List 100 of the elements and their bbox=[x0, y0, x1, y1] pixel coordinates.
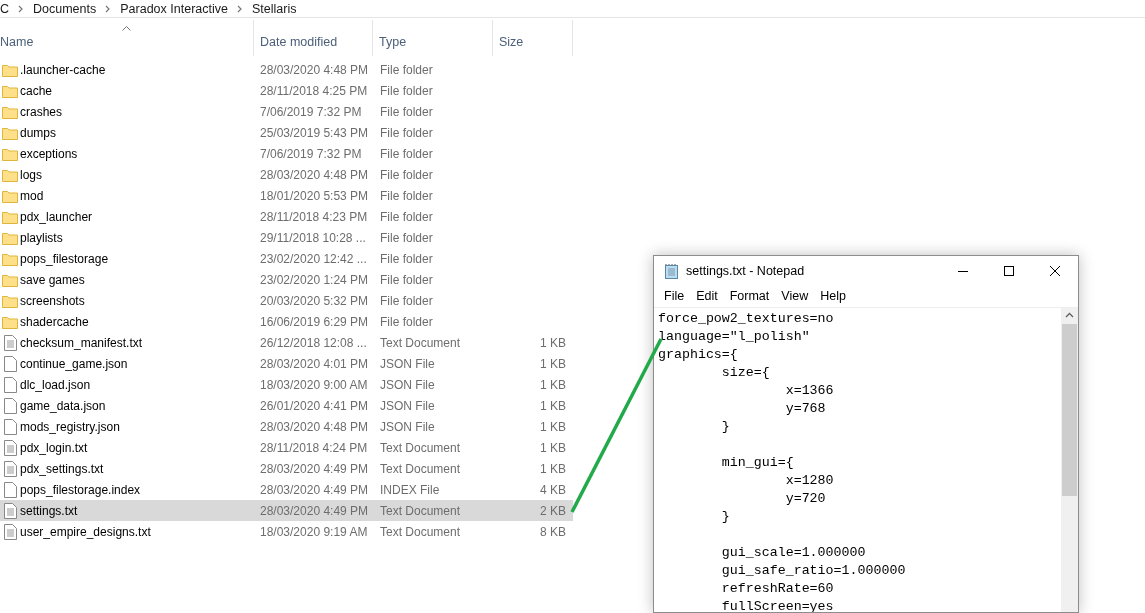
file-row[interactable]: save games 23/02/2020 1:24 PM File folder bbox=[0, 269, 573, 290]
file-size: 1 KB bbox=[540, 461, 566, 476]
file-date: 26/12/2018 12:08 ... bbox=[260, 335, 368, 350]
file-size: 1 KB bbox=[540, 335, 566, 350]
file-date: 28/03/2020 4:49 PM bbox=[260, 461, 370, 476]
file-date: 28/03/2020 4:49 PM bbox=[260, 482, 370, 497]
scrollbar-thumb[interactable] bbox=[1062, 324, 1077, 496]
file-type: INDEX File bbox=[380, 482, 441, 497]
file-date: 28/03/2020 4:49 PM bbox=[260, 503, 370, 518]
file-row[interactable]: crashes 7/06/2019 7:32 PM File folder bbox=[0, 101, 573, 122]
breadcrumb-item[interactable]: C bbox=[0, 1, 10, 16]
file-row[interactable]: .launcher-cache 28/03/2020 4:48 PM File folder bbox=[0, 59, 573, 80]
file-row[interactable]: pdx_launcher 28/11/2018 4:23 PM File folder bbox=[0, 206, 573, 227]
file-date: 28/11/2018 4:23 PM bbox=[260, 209, 369, 224]
menu-item[interactable]: View bbox=[775, 289, 815, 303]
breadcrumb-item[interactable]: Paradox Interactive bbox=[120, 1, 228, 16]
file-row[interactable]: pdx_login.txt 28/11/2018 4:24 PM Text Document 1 KB bbox=[0, 437, 573, 458]
chevron-icon bbox=[105, 4, 112, 13]
file-row[interactable]: exceptions 7/06/2019 7:32 PM File folder bbox=[0, 143, 573, 164]
file-name: pops_filestorage.index bbox=[20, 482, 142, 497]
file-name: game_data.json bbox=[20, 398, 107, 413]
file-name: pdx_login.txt bbox=[20, 440, 89, 455]
file-name: user_empire_designs.txt bbox=[20, 524, 152, 539]
file-row[interactable]: dumps 25/03/2019 5:43 PM File folder bbox=[0, 122, 573, 143]
file-type: Text Document bbox=[380, 461, 462, 476]
file-row[interactable]: cache 28/11/2018 4:25 PM File folder bbox=[0, 80, 573, 101]
file-date: 16/06/2019 6:29 PM bbox=[260, 314, 370, 329]
file-row[interactable]: screenshots 20/03/2020 5:32 PM File folder bbox=[0, 290, 573, 311]
folder-icon bbox=[2, 146, 18, 161]
close-icon bbox=[1050, 266, 1060, 276]
file-name: screenshots bbox=[20, 293, 86, 308]
file-type: Text Document bbox=[380, 503, 462, 518]
text-content[interactable]: force_pow2_textures=no language="l_polish" graphics={ size={ x=1366 y=768 } min_gui={ x=1280 y=720 } gui_scale=1.000000 gui_safe_ratio=1.000000 refreshRate=60 fullScreen=yes bbox=[654, 308, 1061, 612]
column-header[interactable]: Name bbox=[0, 20, 254, 56]
file-type: File folder bbox=[380, 272, 434, 287]
file-name: playlists bbox=[20, 230, 64, 245]
menu-item[interactable]: Help bbox=[814, 289, 852, 303]
file-name: continue_game.json bbox=[20, 356, 129, 371]
folder-icon bbox=[2, 188, 18, 203]
file-name: mod bbox=[20, 188, 45, 203]
file-date: 7/06/2019 7:32 PM bbox=[260, 146, 363, 161]
file-row[interactable]: pops_filestorage.index 28/03/2020 4:49 PM INDEX File 4 KB bbox=[0, 479, 573, 500]
file-type: File folder bbox=[380, 188, 434, 203]
file-size: 4 KB bbox=[540, 482, 566, 497]
minimize-icon bbox=[958, 270, 968, 272]
file-row[interactable]: playlists 29/11/2018 10:28 ... File folder bbox=[0, 227, 573, 248]
file-size: 1 KB bbox=[540, 419, 566, 434]
menu-item[interactable]: Format bbox=[723, 289, 776, 303]
folder-icon bbox=[2, 62, 18, 77]
folder-icon bbox=[2, 83, 18, 98]
file-type: JSON File bbox=[380, 398, 436, 413]
column-header[interactable]: Type bbox=[373, 20, 493, 56]
sort-caret-icon bbox=[121, 26, 131, 31]
file-size: 1 KB bbox=[540, 356, 566, 371]
file-date: 28/03/2020 4:01 PM bbox=[260, 356, 370, 371]
file-type: File folder bbox=[380, 125, 434, 140]
file-row[interactable]: pops_filestorage 23/02/2020 12:42 ... File folder bbox=[0, 248, 573, 269]
file-date: 28/03/2020 4:48 PM bbox=[260, 62, 370, 77]
file-type: File folder bbox=[380, 83, 434, 98]
file-size: 1 KB bbox=[540, 398, 566, 413]
file-date: 28/11/2018 4:24 PM bbox=[260, 440, 369, 455]
window-title: settings.txt - Notepad bbox=[686, 264, 805, 278]
file-name: pops_filestorage bbox=[20, 251, 110, 266]
text-file-icon bbox=[3, 460, 17, 477]
file-type: File folder bbox=[380, 314, 434, 329]
file-row[interactable]: settings.txt 28/03/2020 4:49 PM Text Document 2 KB bbox=[0, 500, 573, 521]
file-date: 18/01/2020 5:53 PM bbox=[260, 188, 370, 203]
file-row[interactable]: mods_registry.json 28/03/2020 4:48 PM JSON File 1 KB bbox=[0, 416, 573, 437]
file-date: 25/03/2019 5:43 PM bbox=[260, 125, 370, 140]
folder-icon bbox=[2, 272, 18, 287]
menu-item[interactable]: File bbox=[658, 289, 691, 303]
file-date: 18/03/2020 9:19 AM bbox=[260, 524, 369, 539]
breadcrumb-item[interactable]: Stellaris bbox=[251, 1, 297, 16]
file-row[interactable]: dlc_load.json 18/03/2020 9:00 AM JSON File 1 KB bbox=[0, 374, 573, 395]
file-icon bbox=[3, 376, 17, 393]
chevron-icon bbox=[18, 4, 25, 13]
file-size: 2 KB bbox=[540, 503, 566, 518]
file-type: File folder bbox=[380, 167, 434, 182]
column-header[interactable]: Size bbox=[493, 20, 573, 56]
maximize-icon bbox=[1004, 266, 1014, 276]
file-row[interactable]: mod 18/01/2020 5:53 PM File folder bbox=[0, 185, 573, 206]
folder-icon bbox=[2, 125, 18, 140]
menu-item[interactable]: Edit bbox=[690, 289, 724, 303]
file-row[interactable]: game_data.json 26/01/2020 4:41 PM JSON File 1 KB bbox=[0, 395, 573, 416]
file-icon bbox=[3, 397, 17, 414]
file-row[interactable]: logs 28/03/2020 4:48 PM File folder bbox=[0, 164, 573, 185]
folder-icon bbox=[2, 230, 18, 245]
file-row[interactable]: continue_game.json 28/03/2020 4:01 PM JSON File 1 KB bbox=[0, 353, 573, 374]
text-file-icon bbox=[3, 334, 17, 351]
breadcrumb-item[interactable]: Documents bbox=[33, 1, 97, 16]
file-row[interactable]: checksum_manifest.txt 26/12/2018 12:08 ... Text Document 1 KB bbox=[0, 332, 573, 353]
file-type: File folder bbox=[380, 251, 434, 266]
file-row[interactable]: user_empire_designs.txt 18/03/2020 9:19 AM Text Document 8 KB bbox=[0, 521, 573, 542]
column-header[interactable]: Date modified bbox=[254, 20, 373, 56]
file-row[interactable]: shadercache 16/06/2019 6:29 PM File folder bbox=[0, 311, 573, 332]
file-row[interactable]: pdx_settings.txt 28/03/2020 4:49 PM Text Document 1 KB bbox=[0, 458, 573, 479]
file-name: logs bbox=[20, 167, 43, 182]
file-name: pdx_launcher bbox=[20, 209, 94, 224]
chevron-icon bbox=[236, 4, 243, 13]
file-size: 1 KB bbox=[540, 377, 566, 392]
